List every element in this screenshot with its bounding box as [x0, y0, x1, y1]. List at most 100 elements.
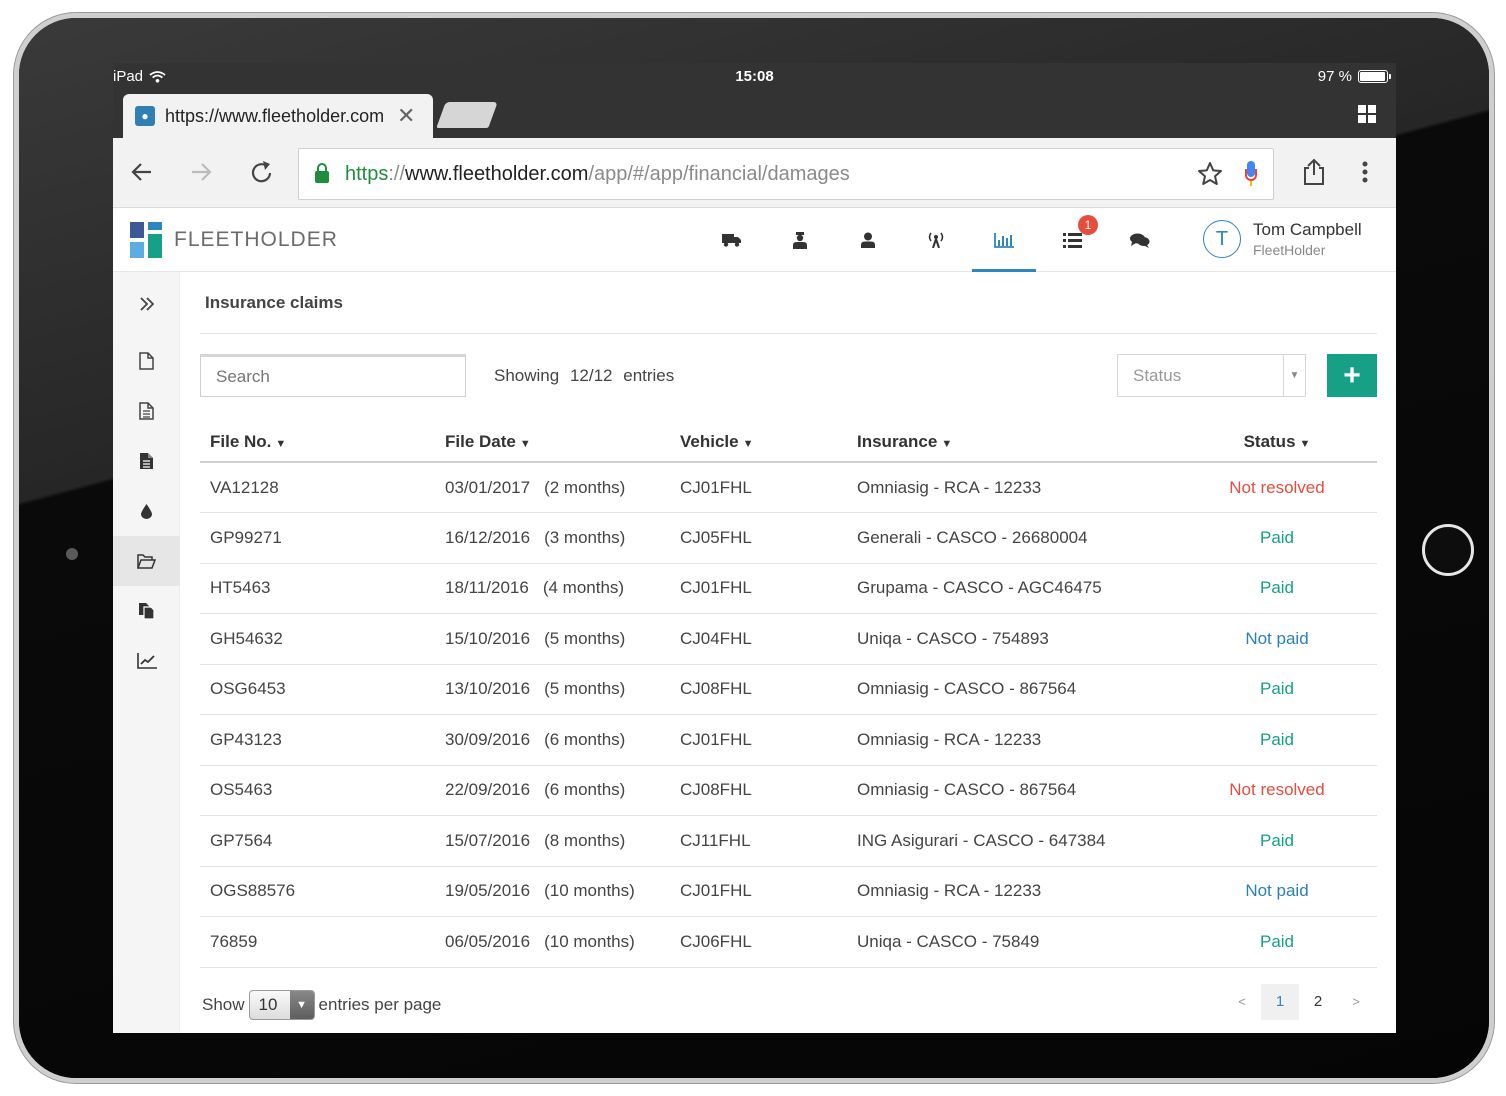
cell-file-date: 22/09/2016 (6 months)	[435, 765, 670, 816]
page-2-button[interactable]: 2	[1299, 984, 1337, 1020]
cell-vehicle: CJ01FHL	[670, 866, 847, 917]
table-row[interactable]: GP7564 15/07/2016 (8 months) CJ11FHL ING Asi…	[200, 815, 1377, 867]
cell-file-date: 13/10/2016 (5 months)	[435, 664, 670, 715]
per-page-select[interactable]: 10 ▼	[248, 989, 315, 1020]
screen: iPad 15:08 97 % ● https://www.fleetholde…	[113, 63, 1396, 1033]
bookmark-star-icon[interactable]	[1197, 161, 1223, 187]
table-row[interactable]: GP99271 16/12/2016 (3 months) CJ05FHL Genera…	[200, 512, 1377, 564]
cell-vehicle: CJ04FHL	[670, 613, 847, 665]
cell-insurance: Omniasig - CASCO - 867564	[847, 765, 1177, 816]
nav-vehicles[interactable]	[698, 208, 766, 272]
address-bar[interactable]: https://www.fleetholder.com/app/#/app/fi…	[298, 148, 1274, 200]
voice-search-icon[interactable]	[1245, 161, 1257, 186]
share-icon[interactable]	[1303, 158, 1325, 186]
table-row[interactable]: GH54632 15/10/2016 (5 months) CJ04FHL Uniqa …	[200, 613, 1377, 665]
col-vehicle[interactable]: Vehicle ▼	[670, 422, 847, 463]
nav-drivers[interactable]	[766, 208, 834, 272]
cell-file-no: VA12128	[200, 462, 435, 513]
col-status[interactable]: Status ▼	[1177, 422, 1377, 463]
sidebar-expand[interactable]	[113, 272, 180, 336]
status-filter-select[interactable]: Status ▼	[1117, 354, 1306, 397]
prev-page-button[interactable]: <	[1223, 984, 1261, 1020]
browser-tab-active[interactable]: ● https://www.fleetholder.com ✕	[123, 94, 433, 138]
battery-percent: 97 %	[1317, 68, 1352, 85]
nav-tracking[interactable]	[902, 208, 970, 272]
tab-close-icon[interactable]: ✕	[397, 103, 415, 129]
cell-vehicle: CJ06FHL	[670, 916, 847, 968]
cell-file-age: (8 months)	[544, 830, 626, 850]
cell-file-no: GH54632	[200, 613, 435, 665]
nav-financial[interactable]	[970, 208, 1038, 272]
add-claim-button[interactable]: +	[1327, 354, 1377, 397]
col-insurance[interactable]: Insurance ▼	[847, 422, 1177, 463]
logo-title: FLEETHOLDER	[174, 228, 338, 251]
forward-icon[interactable]	[189, 160, 213, 184]
table-row[interactable]: 76859 06/05/2016 (10 months) CJ06FHL Uniqa -…	[200, 916, 1377, 968]
new-tab-button[interactable]	[436, 102, 498, 128]
nav-messages[interactable]	[1106, 208, 1174, 272]
sidebar-item-fuel[interactable]	[113, 486, 180, 536]
list-icon	[1062, 232, 1082, 248]
nav-users[interactable]	[834, 208, 902, 272]
drop-icon	[141, 503, 152, 519]
cell-status: Paid	[1177, 512, 1377, 564]
entries-count: Showing 12/12 entries	[494, 366, 675, 385]
app-logo[interactable]: FLEETHOLDER	[130, 222, 338, 258]
home-button[interactable]	[1422, 524, 1474, 576]
table-header-row: File No. ▼ File Date ▼ Vehicle ▼ Insurance ▼…	[200, 422, 1377, 463]
search-input[interactable]	[200, 354, 466, 397]
file-outline-icon	[139, 352, 154, 370]
cell-file-date: 16/12/2016 (3 months)	[435, 512, 670, 564]
cell-file-age: (3 months)	[544, 527, 626, 547]
cell-vehicle: CJ01FHL	[670, 714, 847, 766]
sidebar-item-contracts[interactable]	[113, 436, 180, 486]
cell-file-no: HT5463	[200, 563, 435, 614]
cell-file-date: 15/10/2016 (5 months)	[435, 613, 670, 665]
sidebar-item-invoices[interactable]	[113, 386, 180, 436]
page-1-button[interactable]: 1	[1261, 983, 1299, 1020]
next-page-button[interactable]: >	[1337, 984, 1375, 1020]
logo-mark	[130, 222, 162, 258]
sidebar-item-reports[interactable]	[113, 636, 180, 686]
cell-file-date: 15/07/2016 (8 months)	[435, 815, 670, 867]
cell-status: Not resolved	[1177, 765, 1377, 816]
table-row[interactable]: VA12128 03/01/2017 (2 months) CJ01FHL Omnias…	[200, 462, 1377, 513]
nav-tasks[interactable]: 1	[1038, 208, 1106, 272]
sidebar	[113, 272, 180, 1033]
table-row[interactable]: OS5463 22/09/2016 (6 months) CJ08FHL Omniasi…	[200, 765, 1377, 816]
tab-title: https://www.fleetholder.com	[165, 105, 385, 126]
sidebar-item-copies[interactable]	[113, 586, 180, 636]
col-file-no[interactable]: File No. ▼	[200, 422, 435, 463]
reload-icon[interactable]	[250, 159, 274, 185]
status-bar: iPad 15:08 97 %	[113, 63, 1396, 90]
clock: 15:08	[735, 68, 774, 85]
chat-icon	[1130, 233, 1150, 248]
sidebar-item-documents[interactable]	[113, 336, 180, 386]
user-icon	[861, 232, 875, 248]
back-icon[interactable]	[130, 160, 154, 184]
cell-status: Paid	[1177, 714, 1377, 766]
table-row[interactable]: GP43123 30/09/2016 (6 months) CJ01FHL Omnias…	[200, 714, 1377, 766]
cell-insurance: ING Asigurari - CASCO - 647384	[847, 815, 1177, 867]
more-menu-icon[interactable]	[1362, 161, 1368, 183]
cell-file-age: (5 months)	[544, 679, 626, 699]
tab-switcher-icon[interactable]	[1358, 105, 1376, 123]
double-chevron-right-icon	[139, 297, 154, 311]
user-menu[interactable]: T Tom Campbell FleetHolder	[1203, 220, 1362, 258]
sort-caret-icon: ▼	[275, 437, 287, 450]
table-row[interactable]: HT5463 18/11/2016 (4 months) CJ01FHL Grupama…	[200, 563, 1377, 614]
user-name: Tom Campbell	[1253, 220, 1362, 239]
notification-badge: 1	[1078, 215, 1098, 235]
tab-strip: ● https://www.fleetholder.com ✕	[113, 90, 1396, 138]
table-row[interactable]: OGS88576 19/05/2016 (10 months) CJ01FHL Omni…	[200, 866, 1377, 917]
truck-icon	[722, 234, 741, 247]
table-row[interactable]: OSG6453 13/10/2016 (5 months) CJ08FHL Omnias…	[200, 664, 1377, 715]
line-chart-icon	[136, 653, 157, 669]
cell-status: Paid	[1177, 563, 1377, 614]
driver-icon	[793, 231, 807, 249]
table-body: VA12128 03/01/2017 (2 months) CJ01FHL Omnias…	[200, 462, 1377, 968]
battery-icon	[1358, 70, 1391, 83]
sidebar-item-insurance-claims[interactable]	[113, 536, 180, 586]
col-file-date[interactable]: File Date ▼	[435, 422, 670, 463]
favicon-icon: ●	[135, 106, 155, 126]
